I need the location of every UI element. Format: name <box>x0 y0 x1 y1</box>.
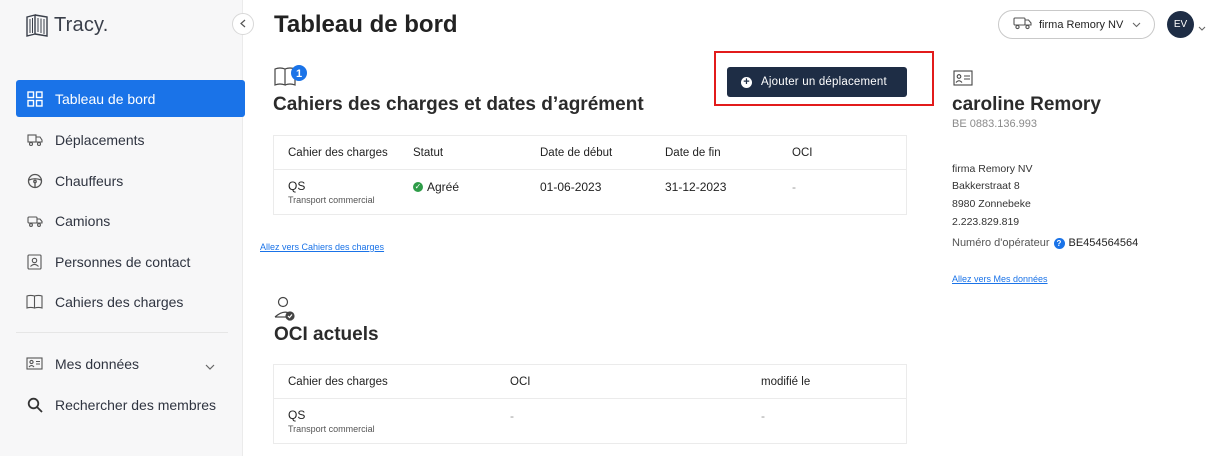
chevron-down-icon <box>1132 19 1141 31</box>
link-my-data[interactable]: Allez vers Mes données <box>952 274 1048 284</box>
check-circle-icon: ✓ <box>413 182 423 192</box>
user-check-icon <box>274 296 296 327</box>
notification-badge: 1 <box>296 68 302 80</box>
search-icon <box>26 396 43 413</box>
column-header: OCI <box>792 147 813 159</box>
spec-subtitle: Transport commercial <box>288 424 375 434</box>
truck-icon <box>26 212 43 229</box>
table-header-row: Cahier des charges Statut Date de début … <box>274 136 906 170</box>
chevron-down-icon[interactable] <box>1198 18 1206 36</box>
profile-company: firma Remory NV <box>952 163 1033 175</box>
table-header-row: Cahier des charges OCI modifié le <box>274 365 906 399</box>
sidebar-item-label: Chauffeurs <box>55 172 124 189</box>
modified-value: - <box>761 409 765 423</box>
book-icon: 1 <box>274 64 308 93</box>
oci-section-title: OCI actuels <box>274 324 379 345</box>
truck-icon <box>1013 16 1032 33</box>
spec-cell: QS Transport commercial <box>288 179 375 205</box>
sidebar-item-my-data[interactable]: Mes données <box>16 345 245 382</box>
dashboard-icon <box>26 90 43 107</box>
contact-card-icon <box>26 253 43 270</box>
spec-name: QS <box>288 179 306 193</box>
operator-number-row: Numéro d'opérateur ? BE454564564 <box>952 237 1138 249</box>
operator-number: BE454564564 <box>1068 237 1139 249</box>
profile-phone: 2.223.829.819 <box>952 216 1020 228</box>
sidebar-item-dashboard[interactable]: Tableau de bord <box>16 80 245 117</box>
sidebar-item-trips[interactable]: Déplacements <box>16 121 245 158</box>
oci-value: - <box>510 409 514 423</box>
vat-number: BE 0883.136.993 <box>952 118 1038 130</box>
profile-city: 8980 Zonnebeke <box>952 198 1031 210</box>
column-header: Cahier des charges <box>288 147 388 159</box>
column-header: modifié le <box>761 376 811 388</box>
sidebar-divider <box>16 332 228 333</box>
brand-name: Tracy. <box>54 13 109 36</box>
status-label: Agréé <box>427 180 460 194</box>
chevron-left-icon <box>240 15 246 33</box>
id-card-icon <box>953 70 973 91</box>
sidebar-item-drivers[interactable]: Chauffeurs <box>16 162 245 199</box>
table-row[interactable]: QS Transport commercial ✓ Agréé 01-06-20… <box>274 170 906 216</box>
cahiers-table: Cahier des charges Statut Date de début … <box>273 135 907 215</box>
column-header: Statut <box>413 147 444 159</box>
avatar[interactable]: EV <box>1167 11 1194 38</box>
brand-logo[interactable]: Tracy. <box>24 12 109 38</box>
column-header: Cahier des charges <box>288 376 388 388</box>
highlight-box <box>714 51 934 106</box>
start-date: 01-06-2023 <box>540 180 602 194</box>
company-switcher[interactable]: firma Remory NV <box>998 10 1155 39</box>
book-icon <box>26 293 43 310</box>
profile-name: caroline Remory <box>952 94 1101 115</box>
profile-street: Bakkerstraat 8 <box>952 180 1020 192</box>
chevron-down-icon <box>205 357 215 373</box>
sidebar-item-contacts[interactable]: Personnes de contact <box>16 243 245 280</box>
sidebar-item-specifications[interactable]: Cahiers des charges <box>16 283 245 320</box>
sidebar: Tracy. Tableau de bord Déplacements Chau… <box>0 0 245 456</box>
table-row[interactable]: QS Transport commercial - - <box>274 399 906 445</box>
sidebar-item-label: Rechercher des membres <box>55 396 217 413</box>
oci-table: Cahier des charges OCI modifié le QS Tra… <box>273 364 907 444</box>
sidebar-item-label: Personnes de contact <box>55 253 191 270</box>
cahiers-section-title: Cahiers des charges et dates d’agrément <box>273 94 644 115</box>
app: Tracy. Tableau de bord Déplacements Chau… <box>0 0 1211 456</box>
link-cahiers[interactable]: Allez vers Cahiers des charges <box>260 242 384 252</box>
company-name: firma Remory NV <box>1039 18 1124 31</box>
column-header: Date de fin <box>665 147 721 159</box>
spec-subtitle: Transport commercial <box>288 195 375 205</box>
column-header: Date de début <box>540 147 613 159</box>
sidebar-item-label: Mes données <box>55 355 140 372</box>
sidebar-item-label: Déplacements <box>55 131 145 148</box>
sidebar-item-label: Cahiers des charges <box>55 293 184 310</box>
trips-icon <box>26 131 43 148</box>
operator-label: Numéro d'opérateur <box>952 237 1050 249</box>
sidebar-item-trucks[interactable]: Camions <box>16 202 245 239</box>
collapse-sidebar-button[interactable] <box>232 13 254 35</box>
steering-wheel-icon <box>26 172 43 189</box>
sidebar-item-search-members[interactable]: Rechercher des membres <box>16 386 245 423</box>
oci-value: - <box>792 180 796 194</box>
spec-name: QS <box>288 408 306 422</box>
spec-cell: QS Transport commercial <box>288 408 375 434</box>
sidebar-item-label: Tableau de bord <box>55 90 156 107</box>
column-header: OCI <box>510 376 531 388</box>
end-date: 31-12-2023 <box>665 180 727 194</box>
sidebar-item-label: Camions <box>55 212 111 229</box>
info-icon[interactable]: ? <box>1053 237 1065 249</box>
page-title: Tableau de bord <box>274 11 458 38</box>
status-badge: ✓ Agréé <box>413 180 459 194</box>
tracy-logo-icon <box>24 12 50 38</box>
id-card-icon <box>26 355 43 372</box>
